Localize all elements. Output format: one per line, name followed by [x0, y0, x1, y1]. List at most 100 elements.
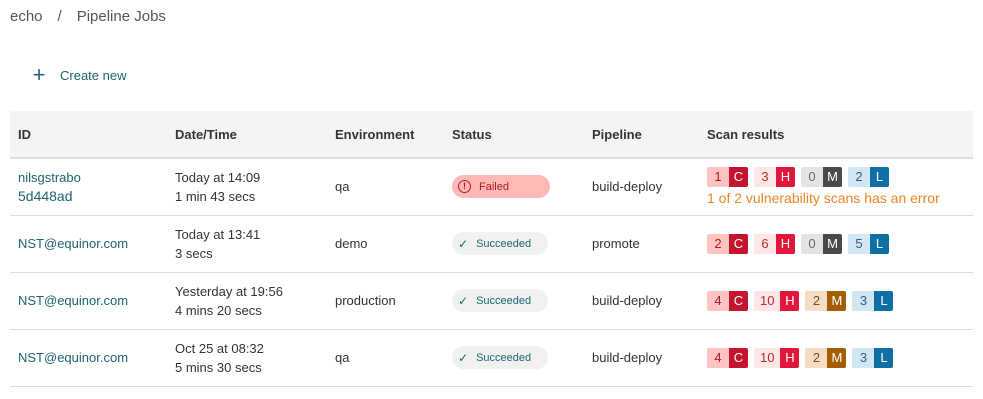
critical-label: C: [729, 233, 748, 254]
status-cell: ✓ Succeeded: [444, 329, 584, 386]
low-count-badge: 3L: [852, 290, 894, 311]
medium-count: 2: [805, 347, 828, 368]
job-duration: 1 min 43 secs: [175, 188, 256, 204]
scan-results-cell: 1C 3H 0M 2L 1 of 2 vulnerability scans h…: [699, 158, 973, 215]
datetime-cell: Today at 14:09 1 min 43 secs: [167, 158, 327, 215]
high-label: H: [776, 233, 795, 254]
high-label: H: [780, 290, 800, 311]
critical-count: 4: [707, 347, 729, 368]
low-count-badge: 5L: [848, 233, 889, 254]
scan-results-cell: 4C 10 H 2M 3L: [699, 272, 973, 329]
medium-label: M: [827, 290, 847, 311]
scan-summary: 4C 10 H 2M 3L: [707, 347, 973, 368]
table-row[interactable]: NST@equinor.com Oct 25 at 08:32 5 mins 3…: [10, 329, 973, 386]
critical-count: 2: [707, 233, 729, 254]
column-header-id: ID: [18, 126, 31, 142]
job-duration: 5 mins 30 secs: [175, 359, 262, 375]
critical-count: 1: [707, 167, 729, 188]
status-badge: ! Failed: [452, 175, 550, 199]
status-label: Succeeded: [476, 351, 532, 364]
medium-label: M: [823, 167, 842, 188]
medium-count-badge: 2M: [805, 347, 847, 368]
critical-label: C: [729, 290, 748, 311]
medium-count-badge: 2M: [805, 290, 847, 311]
job-date: Today at 13:41: [175, 226, 261, 242]
high-count-badge: 3H: [754, 167, 795, 188]
plus-icon: +: [32, 62, 46, 87]
status-cell: ✓ Succeeded: [444, 272, 584, 329]
critical-count-badge: 1C: [707, 167, 748, 188]
create-new-button[interactable]: + Create new: [30, 62, 127, 87]
scan-results-cell: 2C 6H 0M 5L: [699, 215, 973, 272]
high-count: 10: [754, 290, 781, 311]
low-count: 5: [848, 233, 870, 254]
column-header-datetime: Date/Time: [175, 126, 237, 142]
pipeline-jobs-table: ID Date/Time Environment Status Pipeline…: [10, 111, 973, 387]
job-date: Yesterday at 19:56: [175, 283, 283, 299]
medium-count: 0: [801, 167, 823, 188]
breadcrumb-root-link[interactable]: echo: [10, 8, 43, 25]
pipeline-cell: build-deploy: [592, 350, 663, 365]
status-badge: ✓ Succeeded: [452, 346, 548, 369]
high-label: H: [776, 167, 795, 188]
check-icon: ✓: [458, 293, 469, 308]
critical-label: C: [729, 167, 748, 188]
job-duration: 3 secs: [175, 245, 213, 261]
error-icon: !: [458, 180, 471, 194]
table-row[interactable]: NST@equinor.com Today at 13:41 3 secs de…: [10, 215, 973, 272]
low-count: 2: [848, 167, 870, 188]
medium-count: 2: [805, 290, 828, 311]
environment-cell: qa: [335, 179, 350, 195]
datetime-cell: Yesterday at 19:56 4 mins 20 secs: [167, 272, 327, 329]
scan-summary: 4C 10 H 2M 3L: [707, 290, 973, 311]
check-icon: ✓: [458, 236, 469, 251]
low-count: 3: [852, 347, 875, 368]
low-label: L: [874, 290, 894, 311]
medium-count: 0: [801, 233, 823, 254]
job-user-link[interactable]: NST@equinor.com: [18, 236, 167, 251]
pipeline-cell: build-deploy: [592, 179, 663, 195]
medium-count-badge: 0M: [801, 167, 842, 188]
low-label: L: [870, 233, 889, 254]
low-label: L: [870, 167, 889, 188]
column-header-pipeline: Pipeline: [592, 126, 642, 142]
job-user-link[interactable]: nilsgstrabo: [18, 170, 167, 185]
create-new-label: Create new: [60, 67, 127, 83]
environment-cell: demo: [335, 236, 368, 251]
job-user-link[interactable]: NST@equinor.com: [18, 293, 167, 308]
column-header-status: Status: [452, 126, 492, 142]
commit-hash-link[interactable]: 5d448ad: [18, 188, 167, 204]
column-header-environment: Environment: [335, 126, 415, 142]
job-duration: 4 mins 20 secs: [175, 302, 262, 318]
job-id-cell: nilsgstrabo 5d448ad: [10, 158, 167, 215]
low-count: 3: [852, 290, 875, 311]
job-date: Oct 25 at 08:32: [175, 340, 264, 356]
critical-label: C: [729, 347, 748, 368]
status-label: Succeeded: [476, 294, 532, 307]
environment-cell: qa: [335, 350, 350, 365]
status-cell: ! Failed: [444, 158, 584, 215]
datetime-cell: Today at 13:41 3 secs: [167, 215, 327, 272]
job-user-link[interactable]: NST@equinor.com: [18, 350, 167, 365]
high-count: 10: [754, 347, 781, 368]
critical-count-badge: 2C: [707, 233, 748, 254]
table-row[interactable]: NST@equinor.com Yesterday at 19:56 4 min…: [10, 272, 973, 329]
breadcrumb-separator: /: [57, 8, 62, 25]
critical-count-badge: 4C: [707, 347, 748, 368]
high-label: H: [780, 347, 800, 368]
job-id-cell: NST@equinor.com: [10, 329, 167, 386]
status-badge: ✓ Succeeded: [452, 289, 548, 312]
environment-cell: production: [335, 293, 396, 308]
job-date: Today at 14:09: [175, 169, 261, 185]
critical-count: 4: [707, 290, 729, 311]
medium-count-badge: 0M: [801, 233, 842, 254]
breadcrumb: echo / Pipeline Jobs: [10, 8, 166, 25]
high-count: 3: [754, 167, 776, 188]
table-row[interactable]: nilsgstrabo 5d448ad Today at 14:09 1 min…: [10, 158, 973, 215]
high-count-badge: 10 H: [754, 347, 800, 368]
pipeline-cell: build-deploy: [592, 293, 663, 308]
status-cell: ✓ Succeeded: [444, 215, 584, 272]
column-header-scan-results: Scan results: [707, 126, 785, 142]
table-header-row: ID Date/Time Environment Status Pipeline…: [10, 111, 973, 158]
status-label: Succeeded: [476, 237, 532, 250]
